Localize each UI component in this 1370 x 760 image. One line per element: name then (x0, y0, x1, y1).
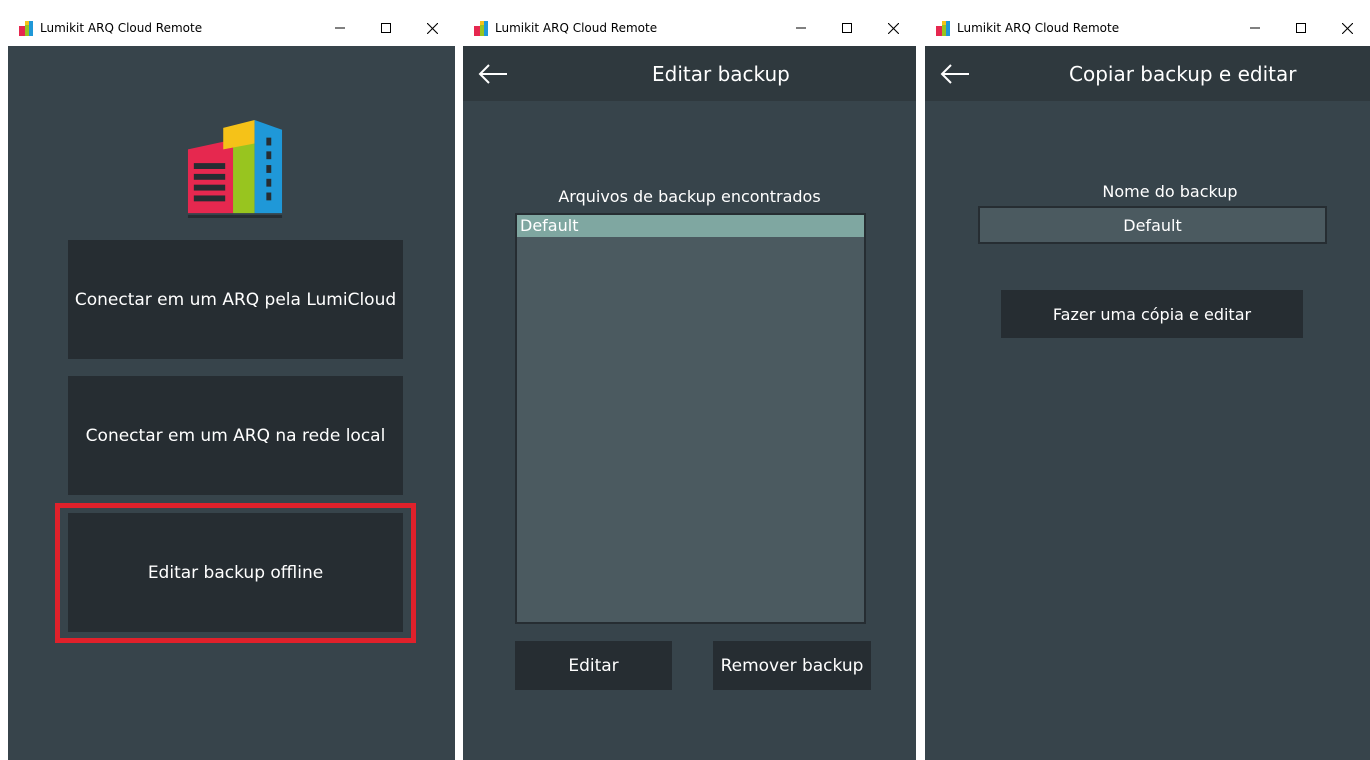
close-button[interactable] (1324, 10, 1370, 46)
remove-backup-button[interactable]: Remover backup (713, 641, 871, 690)
maximize-icon (842, 23, 852, 33)
close-button[interactable] (409, 10, 455, 46)
window-title: Lumikit ARQ Cloud Remote (495, 21, 658, 35)
edit-backup-content: Editar backup Arquivos de backup encontr… (463, 46, 916, 760)
backup-files-list[interactable]: Default (515, 213, 866, 624)
close-icon (1341, 22, 1353, 34)
window-edit-backup: Lumikit ARQ Cloud Remote Editar backup A… (463, 10, 916, 760)
maximize-icon (381, 23, 391, 33)
window-main-menu: Lumikit ARQ Cloud Remote Conectar em um … (8, 10, 455, 760)
title-bar: Lumikit ARQ Cloud Remote (463, 10, 916, 46)
title-bar: Lumikit ARQ Cloud Remote (8, 10, 455, 46)
minimize-icon (1250, 27, 1260, 29)
minimize-icon (335, 27, 345, 29)
app-bar: Editar backup (463, 46, 916, 101)
title-bar: Lumikit ARQ Cloud Remote (925, 10, 1370, 46)
app-icon (936, 21, 950, 36)
window-title: Lumikit ARQ Cloud Remote (957, 21, 1120, 35)
copy-and-edit-button[interactable]: Fazer uma cópia e editar (1001, 290, 1303, 338)
page-title: Copiar backup e editar (1069, 62, 1297, 86)
main-menu-content: Conectar em um ARQ pela LumiCloud Conect… (8, 46, 455, 760)
close-button[interactable] (870, 10, 916, 46)
back-arrow-icon[interactable] (477, 60, 509, 88)
maximize-button[interactable] (1278, 10, 1324, 46)
page-title: Editar backup (652, 62, 790, 86)
app-bar: Copiar backup e editar (925, 46, 1370, 101)
connect-cloud-button[interactable]: Conectar em um ARQ pela LumiCloud (68, 240, 403, 359)
backup-name-input[interactable] (978, 206, 1327, 244)
list-item[interactable]: Default (517, 215, 864, 237)
maximize-button[interactable] (824, 10, 870, 46)
window-title: Lumikit ARQ Cloud Remote (40, 21, 203, 35)
logo-icon (187, 120, 283, 218)
app-icon (19, 21, 33, 36)
backup-name-label: Nome do backup (1102, 182, 1238, 201)
window-copy-backup: Lumikit ARQ Cloud Remote Copiar backup e… (925, 10, 1370, 760)
minimize-icon (796, 27, 806, 29)
back-arrow-icon[interactable] (939, 60, 971, 88)
maximize-icon (1296, 23, 1306, 33)
close-icon (426, 22, 438, 34)
maximize-button[interactable] (363, 10, 409, 46)
edit-offline-backup-button[interactable]: Editar backup offline (68, 513, 403, 632)
backup-files-label: Arquivos de backup encontrados (558, 187, 821, 206)
close-icon (887, 22, 899, 34)
edit-button[interactable]: Editar (515, 641, 672, 690)
minimize-button[interactable] (778, 10, 824, 46)
copy-backup-content: Copiar backup e editar Nome do backup Fa… (925, 46, 1370, 760)
minimize-button[interactable] (1232, 10, 1278, 46)
app-icon (474, 21, 488, 36)
minimize-button[interactable] (317, 10, 363, 46)
connect-local-button[interactable]: Conectar em um ARQ na rede local (68, 376, 403, 495)
